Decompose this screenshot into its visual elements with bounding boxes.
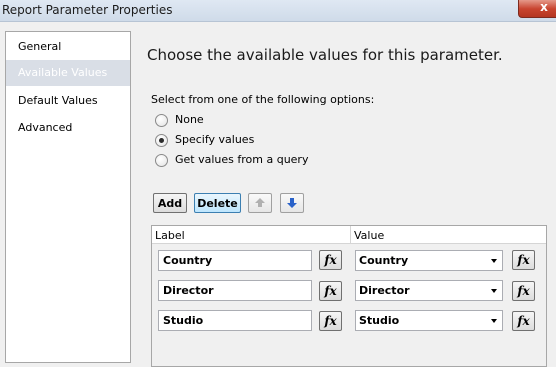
grid-header: Label Value bbox=[152, 226, 546, 244]
chevron-down-icon bbox=[491, 289, 497, 293]
chevron-down-icon bbox=[491, 319, 497, 323]
title-bar: Report Parameter Properties x bbox=[0, 0, 556, 22]
sidebar-item-label: Available Values bbox=[18, 66, 108, 79]
value-dropdown[interactable]: Studio bbox=[355, 310, 503, 331]
sidebar-item-label: Default Values bbox=[18, 94, 98, 107]
delete-button[interactable]: Delete bbox=[194, 193, 241, 213]
label-input[interactable]: Studio bbox=[158, 310, 312, 331]
label-input-text: Studio bbox=[163, 314, 204, 327]
value-expression-button[interactable]: fx bbox=[512, 281, 535, 301]
sidebar-item-general[interactable]: General bbox=[6, 34, 130, 60]
column-header-value: Value bbox=[354, 229, 385, 242]
arrow-down-icon bbox=[287, 198, 297, 208]
sidebar-item-label: Advanced bbox=[18, 121, 73, 134]
option-get-values-query-label: Get values from a query bbox=[175, 153, 309, 166]
close-button[interactable]: x bbox=[518, 0, 556, 18]
value-dropdown[interactable]: Country bbox=[355, 250, 503, 271]
radio-get-values-query[interactable] bbox=[155, 154, 168, 167]
close-icon: x bbox=[540, 0, 548, 14]
label-input-text: Country bbox=[163, 254, 213, 267]
value-expression-button[interactable]: fx bbox=[512, 250, 535, 270]
sidebar-item-available-values[interactable]: Available Values bbox=[6, 60, 130, 86]
sidebar-item-advanced[interactable]: Advanced bbox=[6, 115, 130, 141]
option-none-label: None bbox=[175, 113, 204, 126]
sidebar: General Available Values Default Values … bbox=[5, 31, 131, 363]
label-input-text: Director bbox=[163, 284, 214, 297]
label-input[interactable]: Country bbox=[158, 250, 312, 271]
move-up-button[interactable] bbox=[248, 193, 272, 213]
value-dropdown-text: Studio bbox=[359, 314, 400, 327]
label-input[interactable]: Director bbox=[158, 280, 312, 301]
options-label: Select from one of the following options… bbox=[151, 93, 375, 106]
label-expression-button[interactable]: fx bbox=[319, 250, 342, 270]
sidebar-item-label: General bbox=[18, 40, 62, 53]
value-dropdown-text: Country bbox=[359, 254, 409, 267]
values-grid: Label Value Country fx Country fx Direct… bbox=[151, 225, 547, 367]
value-dropdown[interactable]: Director bbox=[355, 280, 503, 301]
radio-specify-values[interactable] bbox=[155, 134, 168, 147]
value-expression-button[interactable]: fx bbox=[512, 311, 535, 331]
chevron-down-icon bbox=[491, 259, 497, 263]
radio-none[interactable] bbox=[155, 114, 168, 127]
column-header-label: Label bbox=[155, 229, 185, 242]
column-divider bbox=[350, 226, 351, 243]
value-dropdown-text: Director bbox=[359, 284, 410, 297]
move-down-button[interactable] bbox=[280, 193, 304, 213]
label-expression-button[interactable]: fx bbox=[319, 311, 342, 331]
sidebar-item-default-values[interactable]: Default Values bbox=[6, 88, 130, 114]
arrow-up-icon bbox=[255, 198, 265, 207]
option-specify-values-label: Specify values bbox=[175, 133, 255, 146]
add-button[interactable]: Add bbox=[153, 193, 187, 213]
window-title: Report Parameter Properties bbox=[2, 3, 173, 17]
label-expression-button[interactable]: fx bbox=[319, 281, 342, 301]
page-heading: Choose the available values for this par… bbox=[147, 46, 503, 64]
